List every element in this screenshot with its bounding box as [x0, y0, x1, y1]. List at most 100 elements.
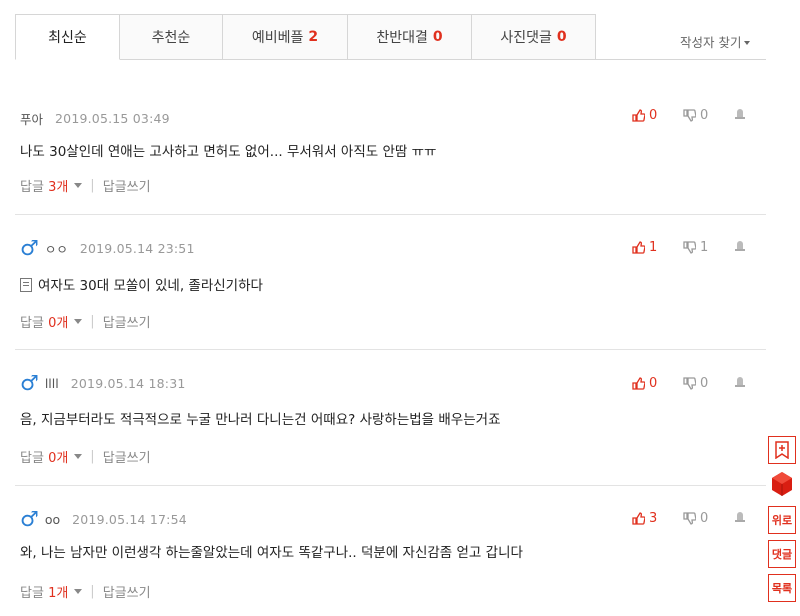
- reply-count[interactable]: 0개: [48, 447, 68, 466]
- upvote-button[interactable]: 1: [632, 240, 683, 255]
- male-icon: ♂: [20, 371, 39, 395]
- comment-footer: 답글 0개 | 답글쓰기: [20, 312, 151, 331]
- tab-label: 예비베플: [251, 30, 304, 46]
- comment-text: 와, 나는 남자만 이런생각 하는줄알았는데 여자도 똑같구나.. 덕분에 자신…: [20, 545, 523, 561]
- downvote-button[interactable]: 0: [683, 376, 734, 391]
- bookmark-button[interactable]: [768, 436, 796, 464]
- male-icon: ♂: [20, 236, 39, 260]
- report-button[interactable]: [734, 376, 746, 391]
- chevron-down-icon[interactable]: [74, 454, 83, 459]
- tab-latest[interactable]: 최신순: [15, 14, 120, 60]
- thumbs-down-icon: [683, 241, 696, 254]
- tab-count: 0: [432, 29, 443, 45]
- thumbs-up-icon: [632, 109, 645, 122]
- comment-footer: 답글 1개 | 답글쓰기: [20, 582, 151, 601]
- tab-preliminary-best[interactable]: 예비베플 2: [223, 14, 348, 60]
- downvote-count: 0: [700, 108, 709, 123]
- thumbs-up-icon: [632, 241, 645, 254]
- comment-votes: 0 0: [632, 108, 746, 123]
- comment-separator: [15, 485, 766, 486]
- downvote-count: 1: [700, 240, 709, 255]
- divider: |: [90, 178, 95, 193]
- write-reply-link[interactable]: 답글쓰기: [103, 447, 151, 466]
- downvote-button[interactable]: 0: [683, 108, 734, 123]
- report-icon: [735, 241, 745, 251]
- scroll-top-label: 위로: [771, 514, 793, 527]
- tab-label: 최신순: [48, 30, 87, 46]
- report-button[interactable]: [734, 108, 746, 123]
- divider: |: [90, 584, 95, 599]
- comment-separator: [15, 349, 766, 350]
- reply-label[interactable]: 답글: [20, 176, 44, 195]
- tab-underline: [596, 59, 766, 60]
- comment-votes: 0 0: [632, 376, 746, 391]
- reply-label[interactable]: 답글: [20, 447, 44, 466]
- comment-text-row: 여자도 30대 모쏠이 있네, 졸라신기하다: [20, 274, 263, 294]
- reply-count[interactable]: 1개: [48, 582, 68, 601]
- comment-nickname[interactable]: ㅇㅇ: [45, 239, 68, 258]
- upvote-button[interactable]: 0: [632, 108, 683, 123]
- report-button[interactable]: [734, 511, 746, 526]
- tab-count: 0: [556, 29, 567, 45]
- thumbs-down-icon: [683, 512, 696, 525]
- comment-nickname[interactable]: llll: [45, 376, 59, 391]
- report-icon: [735, 377, 745, 387]
- comment-footer: 답글 3개 | 답글쓰기: [20, 176, 151, 195]
- tab-label: 찬반대결: [376, 30, 428, 46]
- document-icon: [20, 278, 32, 292]
- cube-button[interactable]: [768, 470, 796, 498]
- thumbs-up-icon: [632, 512, 645, 525]
- scroll-top-button[interactable]: 위로: [768, 506, 796, 534]
- tab-photo-comments[interactable]: 사진댓글 0: [472, 14, 596, 60]
- report-icon: [735, 512, 745, 522]
- report-button[interactable]: [734, 240, 746, 255]
- tab-label: 추천순: [151, 30, 191, 46]
- comment-date: 2019.05.15 03:49: [55, 111, 170, 126]
- sort-tabs: 최신순 추천순 예비베플 2 찬반대결 0 사진댓글 0: [15, 14, 596, 60]
- comment-date: 2019.05.14 18:31: [70, 376, 186, 391]
- find-author-dropdown[interactable]: 작성자 찾기: [680, 32, 751, 51]
- tab-debate[interactable]: 찬반대결 0: [348, 14, 472, 60]
- write-reply-link[interactable]: 답글쓰기: [103, 582, 151, 601]
- upvote-button[interactable]: 3: [632, 511, 683, 526]
- cube-icon: [772, 472, 792, 496]
- caret-down-icon: [744, 41, 751, 45]
- comment-nickname[interactable]: oo: [45, 512, 60, 527]
- comment-footer: 답글 0개 | 답글쓰기: [20, 447, 151, 466]
- write-reply-link[interactable]: 답글쓰기: [103, 176, 151, 195]
- downvote-button[interactable]: 1: [683, 240, 734, 255]
- downvote-count: 0: [700, 376, 709, 391]
- reply-count[interactable]: 3개: [48, 176, 68, 195]
- upvote-count: 1: [649, 240, 658, 255]
- downvote-button[interactable]: 0: [683, 511, 734, 526]
- upvote-count: 3: [649, 511, 658, 526]
- comment-text: 여자도 30대 모쏠이 있네, 졸라신기하다: [38, 278, 263, 294]
- thumbs-up-icon: [632, 377, 645, 390]
- list-label: 목록: [771, 582, 793, 595]
- upvote-button[interactable]: 0: [632, 376, 683, 391]
- chevron-down-icon[interactable]: [74, 589, 83, 594]
- list-button[interactable]: 목록: [768, 574, 796, 602]
- tab-recommended[interactable]: 추천순: [120, 14, 223, 60]
- chevron-down-icon[interactable]: [74, 183, 83, 188]
- comment-meta: ♂ llll 2019.05.14 18:31: [20, 373, 186, 394]
- reply-count[interactable]: 0개: [48, 312, 68, 331]
- reply-label[interactable]: 답글: [20, 582, 44, 601]
- upvote-count: 0: [649, 108, 658, 123]
- reply-label[interactable]: 답글: [20, 312, 44, 331]
- comment-meta: 푸아 2019.05.15 03:49: [20, 109, 170, 128]
- comment-separator: [15, 214, 766, 215]
- upvote-count: 0: [649, 376, 658, 391]
- comment-nickname[interactable]: 푸아: [20, 109, 43, 128]
- comment-date: 2019.05.14 23:51: [79, 241, 195, 256]
- comment-text: 음, 지금부터라도 적극적으로 누굴 만나러 다니는건 어때요? 사랑하는법을 …: [20, 412, 501, 428]
- comment-text: 나도 30살인데 연애는 고사하고 면허도 없어... 무서워서 아직도 안땀 …: [20, 144, 437, 160]
- chevron-down-icon[interactable]: [74, 319, 83, 324]
- comments-button[interactable]: 댓글: [768, 540, 796, 568]
- bookmark-icon: [775, 441, 789, 459]
- thumbs-down-icon: [683, 109, 696, 122]
- write-reply-link[interactable]: 답글쓰기: [103, 312, 151, 331]
- report-icon: [735, 109, 745, 119]
- comment-date: 2019.05.14 17:54: [72, 512, 187, 527]
- male-icon: ♂: [20, 507, 39, 531]
